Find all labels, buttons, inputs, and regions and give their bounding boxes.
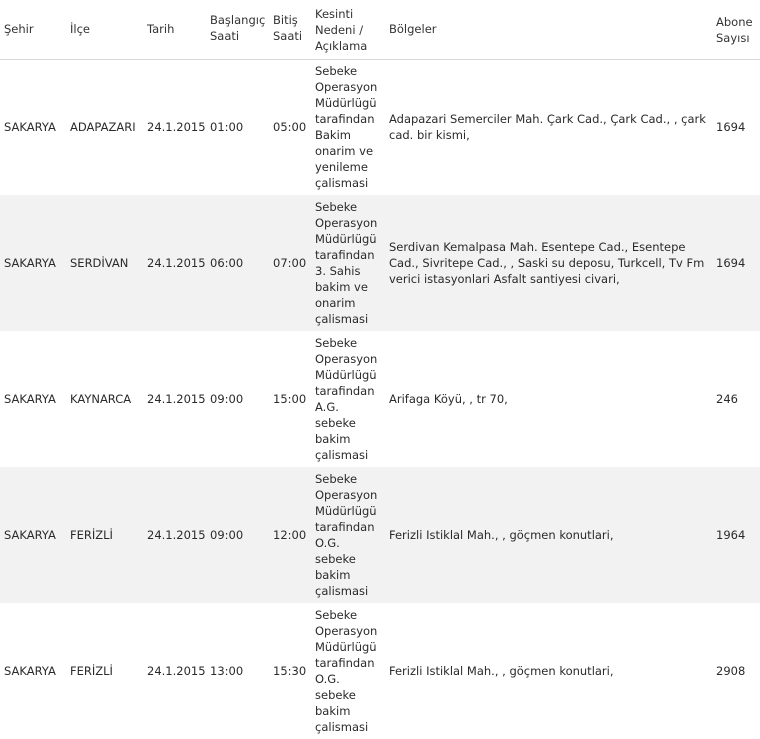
cell-neden: Sebeke Operasyon Müdürlügü tarafindan 3.… bbox=[315, 200, 378, 326]
cell-tarih: 24.1.2015 bbox=[147, 120, 206, 135]
header-bitis[interactable]: Bitiş Saati bbox=[269, 0, 311, 60]
cell-neden: Sebeke Operasyon Müdürlügü tarafindan A.… bbox=[315, 336, 378, 462]
cell-bolgeler: Ferizli Istiklal Mah., , göçmen konutlar… bbox=[389, 664, 614, 678]
table-row: SAKARYA KAYNARCA 24.1.2015 09:00 15:00 S… bbox=[0, 331, 760, 467]
cell-bolgeler: Serdivan Kemalpasa Mah. Esentepe Cad., E… bbox=[389, 240, 705, 286]
table-body: SAKARYA ADAPAZARI 24.1.2015 01:00 05:00 … bbox=[0, 59, 760, 739]
cell-bolgeler: Ferizli Istiklal Mah., , göçmen konutlar… bbox=[389, 528, 614, 542]
table-header: Şehir İlçe Tarih Başlangıç Saati Bitiş S… bbox=[0, 0, 760, 60]
cell-tarih: 24.1.2015 bbox=[147, 664, 206, 678]
cell-ilce: FERİZLİ bbox=[70, 664, 113, 678]
cell-abone: 1694 bbox=[716, 256, 746, 270]
cell-bitis: 07:00 bbox=[273, 256, 307, 270]
cell-ilce: ADAPAZARI bbox=[70, 120, 136, 135]
cell-abone: 246 bbox=[716, 392, 738, 406]
cell-ilce: FERİZLİ bbox=[70, 528, 113, 542]
cell-bolgeler: Adapazari Semerciler Mah. Çark Cad., Çar… bbox=[389, 112, 706, 143]
header-row: Şehir İlçe Tarih Başlangıç Saati Bitiş S… bbox=[0, 0, 760, 60]
cell-abone: 1694 bbox=[716, 120, 746, 135]
cell-baslangic: 13:00 bbox=[210, 664, 244, 678]
cell-ilce: SERDİVAN bbox=[70, 256, 129, 270]
table-row: SAKARYA FERİZLİ 24.1.2015 09:00 12:00 Se… bbox=[0, 467, 760, 603]
cell-ilce: KAYNARCA bbox=[70, 392, 132, 406]
header-neden[interactable]: Kesinti Nedeni / Açıklama bbox=[311, 0, 385, 60]
cell-abone: 1964 bbox=[716, 528, 746, 542]
cell-sehir: SAKARYA bbox=[4, 392, 56, 406]
header-tarih[interactable]: Tarih bbox=[143, 0, 206, 60]
cell-neden: Sebeke Operasyon Müdürlügü tarafindan O.… bbox=[315, 608, 378, 734]
outage-table: Şehir İlçe Tarih Başlangıç Saati Bitiş S… bbox=[0, 0, 760, 739]
cell-bitis: 15:30 bbox=[273, 664, 307, 678]
cell-tarih: 24.1.2015 bbox=[147, 256, 206, 270]
cell-baslangic: 06:00 bbox=[210, 256, 244, 270]
cell-bitis: 05:00 bbox=[273, 120, 307, 135]
table-row: SAKARYA SERDİVAN 24.1.2015 06:00 07:00 S… bbox=[0, 195, 760, 331]
cell-baslangic: 09:00 bbox=[210, 528, 244, 542]
header-abone[interactable]: Abone Sayısı bbox=[712, 0, 760, 60]
table-row: SAKARYA ADAPAZARI 24.1.2015 01:00 05:00 … bbox=[0, 59, 760, 195]
cell-bolgeler: Arifaga Köyü, , tr 70, bbox=[389, 392, 508, 406]
cell-sehir: SAKARYA bbox=[4, 664, 56, 678]
header-bolgeler[interactable]: Bölgeler bbox=[385, 0, 712, 60]
cell-tarih: 24.1.2015 bbox=[147, 528, 206, 542]
header-sehir[interactable]: Şehir bbox=[0, 0, 66, 60]
table-row: SAKARYA FERİZLİ 24.1.2015 13:00 15:30 Se… bbox=[0, 603, 760, 739]
cell-bitis: 12:00 bbox=[273, 528, 307, 542]
cell-neden: Sebeke Operasyon Müdürlügü tarafindan O.… bbox=[315, 472, 378, 598]
header-ilce[interactable]: İlçe bbox=[66, 0, 143, 60]
cell-sehir: SAKARYA bbox=[4, 528, 56, 542]
cell-sehir: SAKARYA bbox=[4, 256, 56, 270]
cell-sehir: SAKARYA bbox=[4, 120, 56, 135]
header-baslangic[interactable]: Başlangıç Saati bbox=[206, 0, 269, 60]
cell-baslangic: 01:00 bbox=[210, 120, 244, 135]
cell-baslangic: 09:00 bbox=[210, 392, 244, 406]
cell-tarih: 24.1.2015 bbox=[147, 392, 206, 406]
cell-neden: Sebeke Operasyon Müdürlügü tarafindan Ba… bbox=[315, 64, 378, 191]
cell-abone: 2908 bbox=[716, 664, 746, 678]
cell-bitis: 15:00 bbox=[273, 392, 307, 406]
